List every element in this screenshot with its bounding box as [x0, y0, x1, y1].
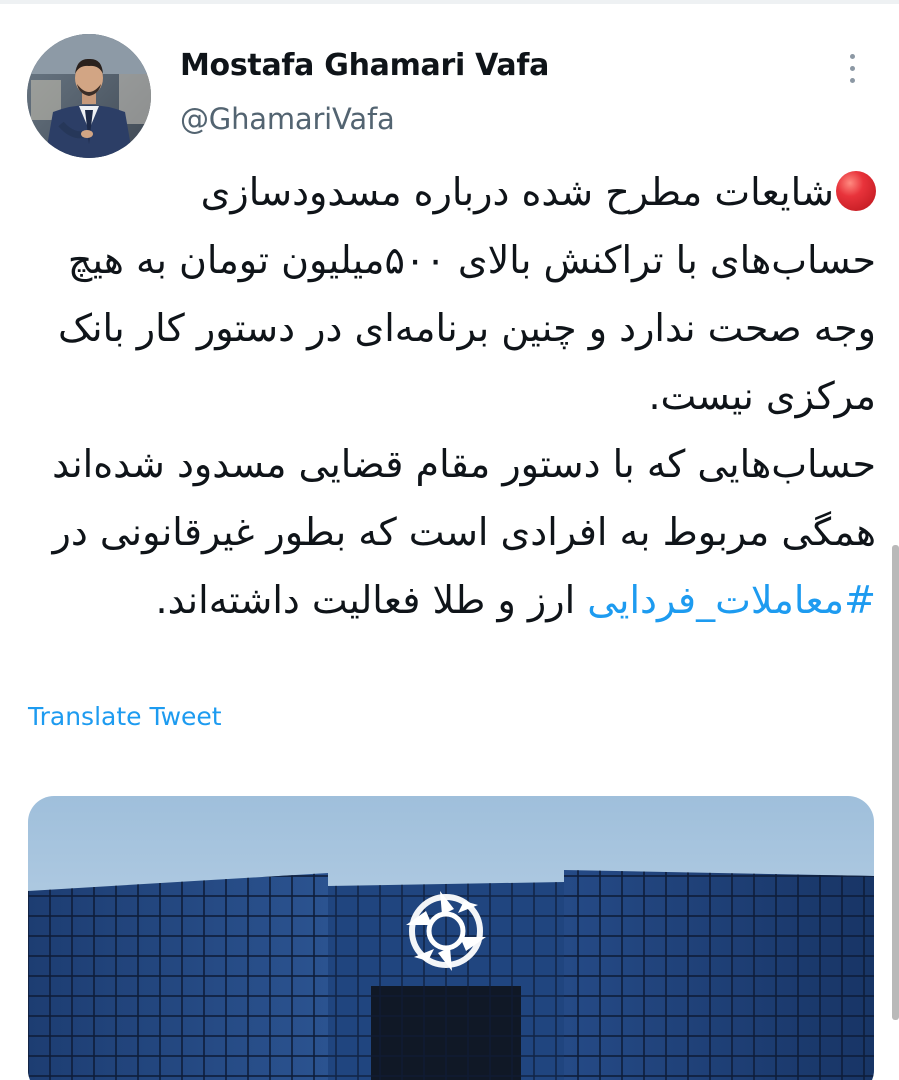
author-handle[interactable]: @GhamariVafa [180, 102, 395, 136]
author-avatar[interactable] [27, 34, 151, 158]
scrollbar-thumb[interactable] [892, 545, 899, 1020]
tweet-paragraph-1-text: شایعات مطرح شده درباره مسدودسازی حساب‌ها… [57, 170, 876, 418]
translate-tweet-link[interactable]: Translate Tweet [28, 702, 222, 731]
tweet-body: شایعات مطرح شده درباره مسدودسازی حساب‌ها… [28, 158, 876, 634]
red-circle-icon [836, 171, 876, 211]
more-options-icon[interactable] [838, 50, 868, 88]
top-divider [0, 0, 899, 4]
hashtag-link[interactable]: #معاملات_فردایی [587, 578, 876, 622]
tweet-paragraph-2: حساب‌هایی که با دستور مقام قضایی مسدود ش… [28, 430, 876, 634]
author-name[interactable]: Mostafa Ghamari Vafa [180, 48, 549, 83]
tweet-page: Mostafa Ghamari Vafa @GhamariVafa شایعات… [0, 0, 899, 1080]
tweet-media-image[interactable] [28, 796, 874, 1080]
tweet-paragraph-2-end: ارز و طلا فعالیت داشته‌اند. [155, 578, 588, 622]
tweet-paragraph-1: شایعات مطرح شده درباره مسدودسازی حساب‌ها… [28, 158, 876, 430]
tweet-paragraph-2-start: حساب‌هایی که با دستور مقام قضایی مسدود ش… [52, 442, 876, 554]
